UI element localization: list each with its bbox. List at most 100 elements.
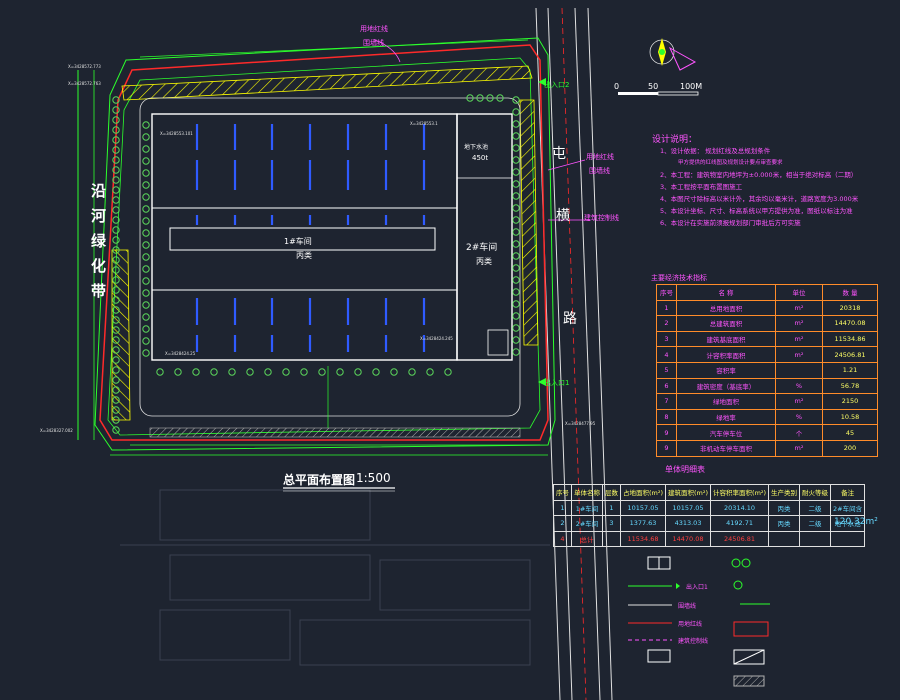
underground-tank-name: 地下水池: [464, 144, 489, 151]
tech-table-cell: [775, 361, 823, 379]
tech-table-title: 主要经济技术指标: [651, 274, 707, 282]
tree-marker: [512, 312, 520, 320]
tech-table-cell: 建筑基底面积: [676, 330, 776, 348]
tree-marker: [142, 241, 150, 249]
scale-bar: [618, 91, 699, 96]
unit-table-cell: 11534.68: [619, 530, 667, 547]
legend-label-setback: 建筑控制线: [678, 638, 709, 645]
left-hatch-strip: [111, 249, 131, 421]
tech-table-cell: 56.78: [822, 377, 878, 395]
tree-marker: [142, 349, 150, 357]
tree-marker: [318, 368, 326, 376]
tree-marker: [512, 324, 520, 332]
unit-table-cell: 1: [602, 499, 621, 516]
tree-marker: [390, 368, 398, 376]
tree-marker: [112, 196, 120, 204]
tech-table-cell: m²: [775, 315, 823, 332]
tree-marker: [142, 121, 150, 129]
design-note-line: 4、本图尺寸除标高以米计外，其余均以毫米计，道路宽度为3.000米: [660, 195, 859, 203]
unit-table-header: 序号 单体名称 层数 占地面积(m²) 建筑面积(m²) 计容积率面积(m²) …: [553, 484, 866, 501]
svg-text:X=3428424.245: X=3428424.245: [420, 336, 453, 341]
tree-marker: [282, 368, 290, 376]
tech-table-cell: 24506.81: [822, 346, 878, 363]
tech-table-row: 2 总建筑面积 m² 14470.08: [656, 315, 878, 332]
tree-marker: [512, 228, 520, 236]
tech-table-cell: 1: [656, 299, 677, 317]
tech-table-cell: 8: [656, 408, 677, 426]
tree-marker: [142, 157, 150, 165]
legend-label-gate: 出入口1: [686, 584, 708, 591]
unit-header-cell: 序号: [553, 484, 572, 501]
gate-2-label: 出入口2: [544, 81, 570, 89]
unit-header-cell: 层数: [602, 484, 621, 501]
green-belt-char-1: 沿: [91, 182, 107, 200]
unit-table-cell: 1#车间: [571, 499, 603, 516]
tech-table-cell: m²: [775, 346, 823, 363]
unit-table-cell: 20314.10: [710, 499, 770, 516]
tree-marker: [142, 133, 150, 141]
tree-marker: [354, 368, 362, 376]
unit-table-cell: 总计: [571, 530, 603, 547]
unit-table-cell: 2#车间含: [830, 499, 866, 516]
unit-table-cell: 1377.63: [619, 515, 667, 532]
plan-title: 总平面布置图: [283, 473, 356, 487]
unit-table-cell: 2: [553, 515, 572, 532]
road-char-3: 路: [563, 311, 577, 327]
tech-table-cell: 总用地面积: [676, 299, 776, 317]
tree-marker: [512, 180, 520, 188]
wall-line-label-right: 围墙线: [589, 167, 610, 175]
building-1-class: 丙类: [296, 251, 312, 260]
tech-table-cell: %: [775, 408, 823, 426]
tech-table-cell: 9: [656, 439, 677, 457]
setback-line-label: 建筑控制线: [584, 214, 619, 222]
scale-bar-50: 50: [648, 82, 659, 91]
design-note-line: 5、本设计坐标、尺寸、标高系统以甲方提供为准，图纸以标注为准: [660, 207, 853, 215]
tech-table-cell: %: [775, 377, 823, 395]
tree-marker: [512, 240, 520, 248]
unit-header-cell: 占地面积(m²): [619, 484, 667, 501]
unit-table-cell: 14470.08: [665, 530, 712, 547]
tech-table-cell: 计容积率面积: [676, 346, 776, 363]
red-line-label-right: 用地红线: [586, 153, 614, 161]
svg-text:X=3428553.101: X=3428553.101: [160, 131, 193, 136]
tech-table-row: 5 容积率 1.21: [656, 361, 878, 379]
tree-marker: [112, 106, 120, 114]
design-notes: 1、设计依据： 规划红线及总规划条件 甲方提供的红线图及规划设计要点审查要求 2…: [660, 145, 890, 229]
unit-table-cell: [799, 530, 832, 547]
tech-table-cell: m²: [775, 330, 823, 348]
unit-table-cell: 丙类: [768, 499, 801, 516]
tree-marker: [112, 226, 120, 234]
tech-table-row: 9 非机动车停车面积 m² 200: [656, 439, 878, 457]
unit-header-cell: 耐火等级: [799, 484, 832, 501]
legend-label-red-line: 用地红线: [678, 621, 703, 628]
red-line-label: 用地红线: [360, 25, 388, 33]
tree-marker: [512, 96, 520, 104]
tech-table-cell: 个: [775, 424, 823, 441]
tech-table-cell: 9: [656, 424, 677, 441]
tree-marker: [512, 216, 520, 224]
tree-marker: [142, 181, 150, 189]
unit-table-cell: 4: [553, 530, 572, 547]
tech-table-cell: m²: [775, 299, 823, 317]
tree-marker: [142, 169, 150, 177]
tech-table-row: 7 绿地面积 m² 2150: [656, 393, 878, 410]
design-note-line: 2、本工程：建筑物室内地坪为±0.000米，相当于绝对标高（二期）: [660, 171, 858, 179]
tree-marker: [372, 368, 380, 376]
design-note-line: 3、本工程按平面布置图施工: [660, 183, 743, 191]
tree-marker: [210, 368, 218, 376]
tree-marker: [512, 288, 520, 296]
unit-table-cell: [602, 530, 621, 547]
unit-header-cell: 备注: [830, 484, 866, 501]
tech-table-cell: 6: [656, 377, 677, 395]
unit-header-cell: 生产类别: [768, 484, 801, 501]
tree-marker: [192, 368, 200, 376]
tech-table-row: 6 建筑密度（基底率）% 56.78: [656, 377, 878, 395]
unit-table-cell: [830, 530, 866, 547]
tech-table-cell: 45: [822, 424, 878, 441]
tree-markers: [112, 94, 520, 434]
scale-bar-0: 0: [614, 82, 620, 91]
tech-table-cell: 11534.86: [822, 330, 878, 348]
tree-marker: [142, 325, 150, 333]
tree-marker: [142, 289, 150, 297]
unit-table-cell: 4192.71: [710, 515, 770, 532]
